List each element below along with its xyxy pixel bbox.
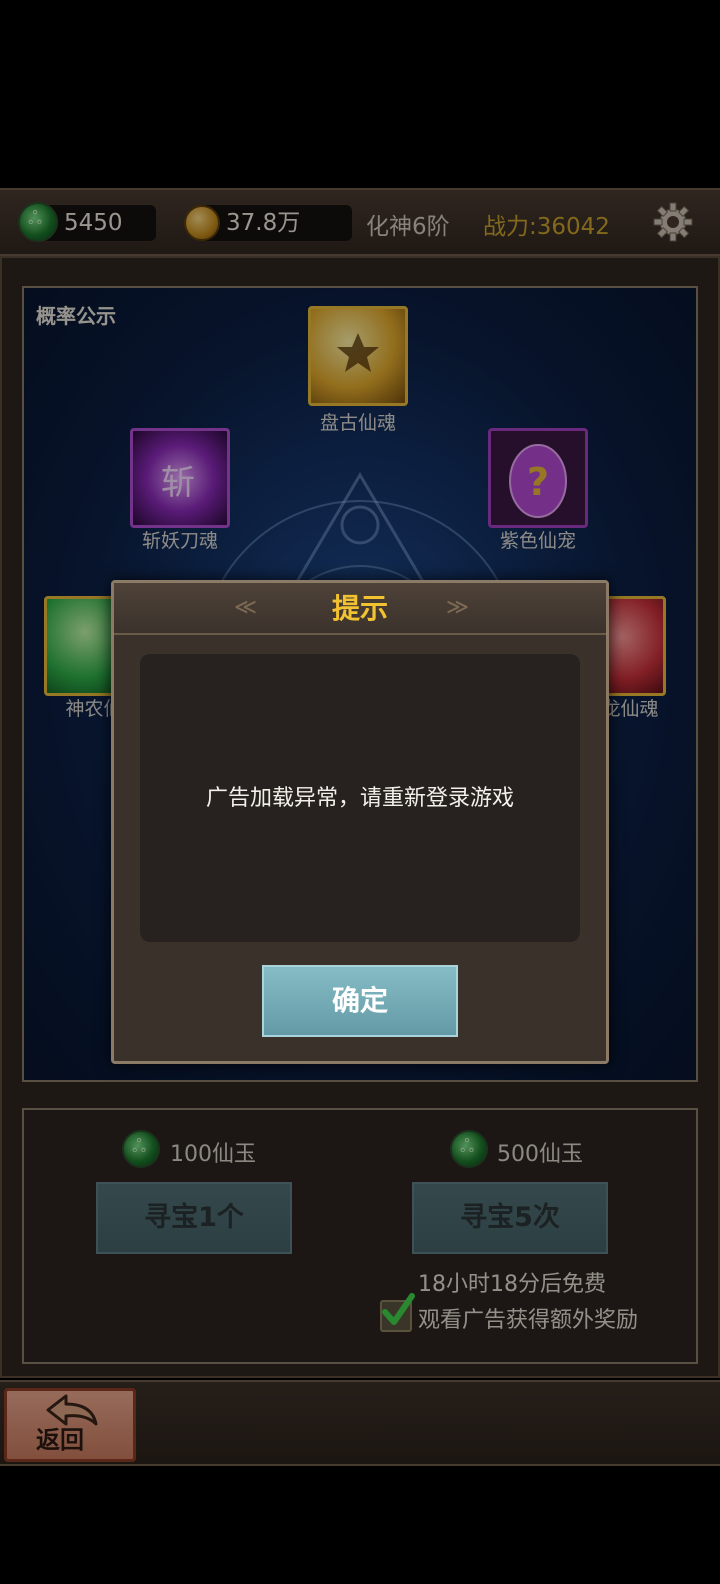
confirm-button[interactable]: 确定 [262, 965, 458, 1037]
dialog-message: 广告加载异常，请重新登录游戏 [205, 786, 514, 811]
dialog-title: 提示 [331, 592, 388, 625]
